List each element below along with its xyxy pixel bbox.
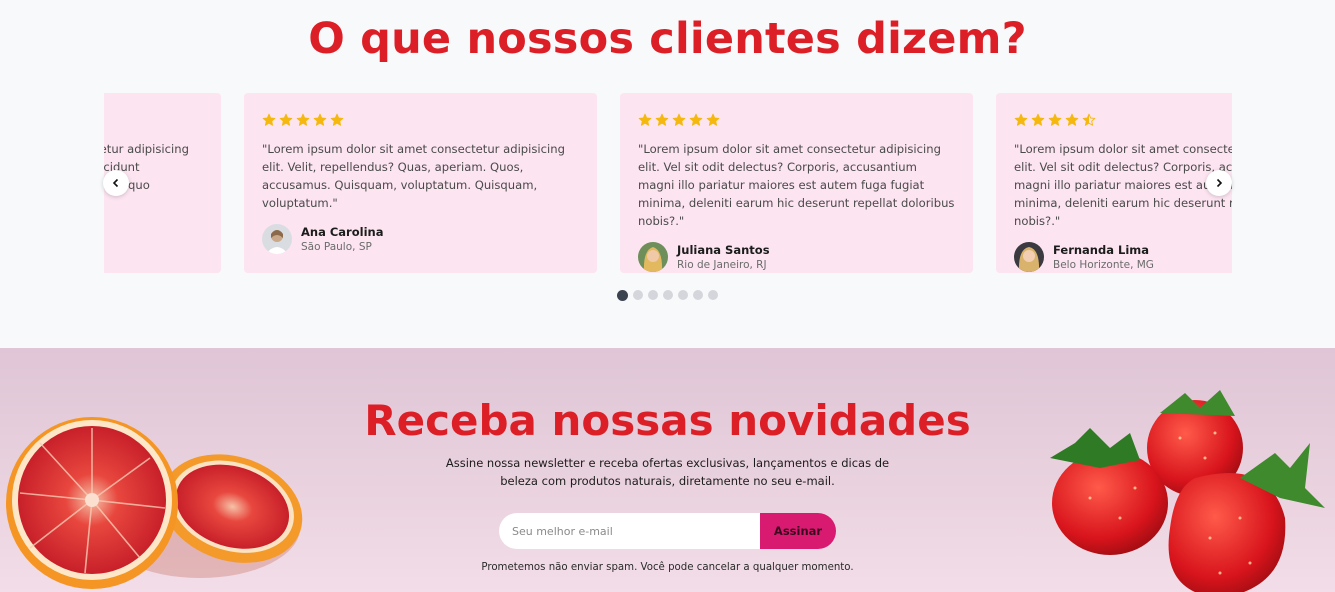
testimonial-quote: "Lorem ipsum dolor sit amet consectetur … [262,142,565,210]
star-icon [296,113,310,126]
chevron-right-icon [1216,178,1223,188]
pagination-dot[interactable] [693,290,703,300]
pagination-dot[interactable] [678,290,688,300]
rating-stars [262,113,579,129]
pagination-dot[interactable] [617,289,628,301]
star-icon [1048,113,1062,126]
author-name: Fernanda Lima [1053,242,1150,257]
star-icon [262,113,276,126]
spam-note: Prometemos não enviar spam. Você pode ca… [481,562,854,573]
testimonial-card: "Lorem ipsum dolor sit amet consectetur … [620,93,973,273]
testimonial-quote: "Lorem ipsum dolor sit amet consectetur … [1014,142,1232,228]
star-icon [672,113,686,126]
pagination-dot[interactable] [663,290,673,300]
star-icon [1031,113,1045,126]
rating-stars [1014,113,1232,129]
testimonials-carousel[interactable]: "Lorem ipsum dolor sit amet consectetur … [104,93,1232,273]
newsletter-section: Receba nossas novidades Assine nossa new… [0,348,1335,592]
testimonial-card: "Lorem ipsum dolor sit amet consectetur … [244,93,597,273]
testimonial-quote: "Lorem ipsum dolor sit amet consectetur … [638,142,955,228]
star-icon [1014,113,1028,126]
author-location: Belo Horizonte, MG [1053,258,1154,271]
newsletter-title: Receba nossas novidades [364,396,971,445]
carousel-pagination [617,289,718,301]
testimonial-card: "Lorem ipsum dolor sit amet consectetur … [996,93,1232,273]
author-name: Ana Carolina [301,224,384,239]
pagination-dot[interactable] [633,290,643,300]
author-location: Rio de Janeiro, RJ [677,258,767,271]
testimonial-author: Ana Carolina São Paulo, SP [262,224,579,254]
star-icon [1082,113,1096,126]
star-icon [330,113,344,126]
pagination-dot[interactable] [708,290,718,300]
carousel-next-button[interactable] [1206,170,1232,196]
star-icon [279,113,293,126]
testimonial-author: Juliana Santos Rio de Janeiro, RJ [638,242,955,272]
rating-stars [638,113,955,129]
testimonial-author: Fernanda Lima Belo Horizonte, MG [1014,242,1232,272]
carousel-prev-button[interactable] [103,170,129,196]
star-icon [689,113,703,126]
avatar [638,242,668,272]
newsletter-form: Assinar [499,513,836,549]
testimonials-title: O que nossos clientes dizem? [308,14,1027,64]
star-icon [655,113,669,126]
star-icon [313,113,327,126]
rating-stars [104,113,203,129]
subscribe-button[interactable]: Assinar [760,513,836,549]
star-icon [706,113,720,126]
star-icon [1065,113,1079,126]
pagination-dot[interactable] [648,290,658,300]
avatar [1014,242,1044,272]
avatar [262,224,292,254]
chevron-left-icon [112,178,119,188]
author-name: Juliana Santos [677,242,770,257]
newsletter-description: Assine nossa newsletter e receba ofertas… [445,456,890,488]
testimonials-section: O que nossos clientes dizem? "Lorem ipsu… [0,0,1335,348]
star-icon [638,113,652,126]
email-input[interactable] [499,513,760,549]
author-location: São Paulo, SP [301,240,372,253]
